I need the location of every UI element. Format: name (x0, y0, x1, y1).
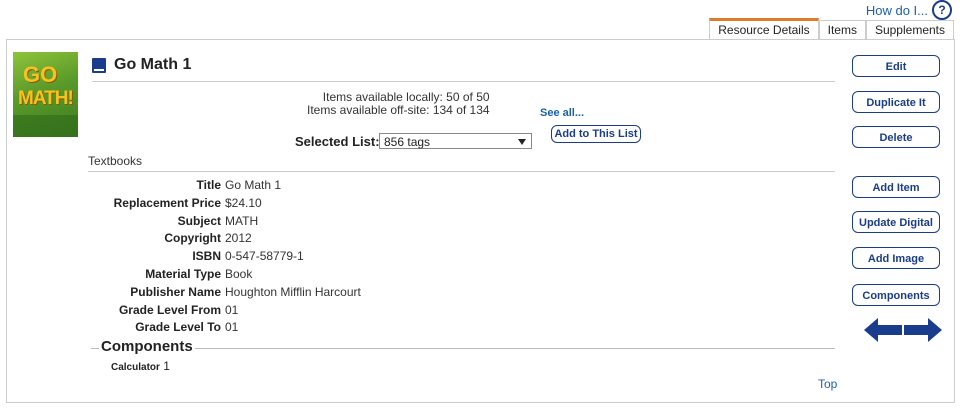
selected-list-label: Selected List: (295, 134, 380, 149)
update-digital-button[interactable]: Update Digital (852, 211, 940, 233)
detail-label: Material Type (145, 266, 221, 281)
chevron-down-icon (518, 139, 526, 145)
detail-value: 01 (225, 302, 239, 317)
components-button[interactable]: Components (852, 284, 940, 306)
detail-label: ISBN (192, 249, 221, 264)
detail-row: Copyright 2012 (90, 230, 361, 248)
page-title: Go Math 1 (114, 56, 192, 73)
tab-items[interactable]: Items (818, 20, 866, 40)
detail-label: Grade Level To (135, 320, 221, 335)
divider (88, 171, 835, 172)
component-value: 1 (163, 359, 170, 373)
detail-label: Subject (177, 213, 221, 228)
detail-row: Title Go Math 1 (90, 177, 361, 195)
detail-row: Grade Level To 01 (90, 319, 361, 337)
detail-label: Publisher Name (130, 284, 221, 299)
detail-value: Book (225, 266, 253, 281)
detail-value: 0-547-58779-1 (225, 249, 304, 264)
available-offsite: Items available off-site: 134 of 134 (307, 103, 490, 117)
title-row: Go Math 1 (92, 56, 191, 74)
detail-row: Grade Level From 01 (90, 302, 361, 320)
tab-bar: Resource Details Items Supplements (709, 18, 954, 40)
detail-label: Replacement Price (113, 195, 221, 210)
nav-arrows (864, 318, 942, 342)
duplicate-button[interactable]: Duplicate It (852, 91, 940, 113)
help-icon[interactable]: ? (932, 0, 952, 20)
detail-value: $24.10 (225, 195, 262, 210)
book-icon (92, 57, 106, 73)
detail-value: Go Math 1 (225, 178, 282, 192)
detail-label: Title (196, 178, 221, 192)
add-to-list-button[interactable]: Add to This List (551, 125, 641, 143)
help-label[interactable]: How do I... (866, 3, 928, 18)
selected-list-value: 856 tags (384, 135, 431, 149)
selected-list-dropdown[interactable]: 856 tags (379, 133, 532, 149)
cover-image: GO MATH! (13, 52, 78, 137)
component-label: Calculator (111, 362, 160, 373)
arrow-right-icon[interactable] (904, 318, 942, 342)
detail-row: Replacement Price $24.10 (90, 195, 361, 213)
cover-title-line2: MATH! (18, 88, 74, 109)
delete-button[interactable]: Delete (852, 126, 940, 148)
detail-row: ISBN 0-547-58779-1 (90, 248, 361, 266)
component-row: Calculator 1 (111, 359, 170, 373)
detail-value: MATH (225, 213, 259, 228)
detail-value: 2012 (225, 231, 252, 246)
cover-band (13, 115, 78, 137)
add-image-button[interactable]: Add Image (852, 247, 940, 269)
detail-label: Grade Level From (118, 302, 221, 317)
add-item-button[interactable]: Add Item (852, 176, 940, 198)
edit-button[interactable]: Edit (852, 55, 940, 77)
category-label: Textbooks (88, 154, 143, 168)
divider (92, 81, 835, 82)
detail-value: Houghton Mifflin Harcourt (225, 284, 361, 299)
detail-label: Copyright (164, 231, 221, 246)
detail-row: Publisher Name Houghton Mifflin Harcourt (90, 284, 361, 302)
detail-row: Subject MATH (90, 213, 361, 231)
availability: Items available locally: 50 of 50 Items … (307, 91, 490, 117)
components-heading: Components (99, 338, 195, 355)
components-divider (91, 348, 835, 349)
resource-panel: GO MATH! Go Math 1 Items available local… (6, 39, 955, 403)
cover-title-line1: GO (23, 62, 58, 87)
tab-resource-details[interactable]: Resource Details (709, 18, 819, 40)
detail-value: 01 (225, 320, 239, 335)
help-link[interactable]: How do I... ? (866, 0, 952, 20)
detail-row: Material Type Book (90, 266, 361, 284)
details-list: Title Go Math 1 Replacement Price $24.10 S… (90, 177, 361, 337)
arrow-left-icon[interactable] (864, 318, 902, 342)
see-all-link[interactable]: See all... (540, 107, 584, 119)
tab-supplements[interactable]: Supplements (865, 20, 954, 40)
top-link[interactable]: Top (818, 377, 837, 391)
